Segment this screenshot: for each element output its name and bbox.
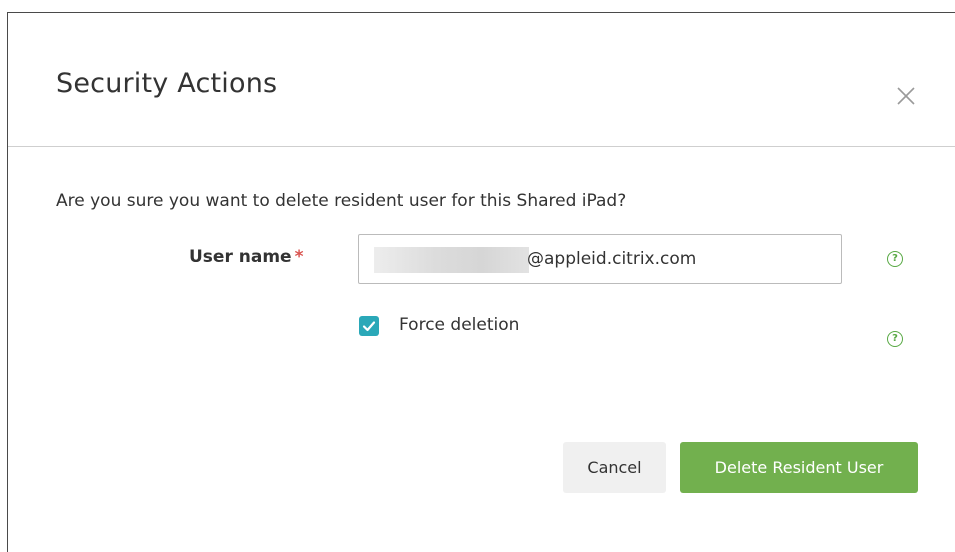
redacted-username <box>374 247 529 273</box>
username-input[interactable]: @appleid.citrix.com <box>358 234 842 284</box>
delete-resident-user-button[interactable]: Delete Resident User <box>680 442 918 493</box>
close-icon <box>897 87 915 105</box>
username-label: User name * <box>189 247 303 267</box>
username-input-value: @appleid.citrix.com <box>527 249 697 269</box>
close-button[interactable] <box>895 85 917 107</box>
confirmation-question: Are you sure you want to delete resident… <box>56 191 627 211</box>
force-deletion-help-icon[interactable]: ? <box>887 331 903 347</box>
checkmark-icon <box>362 321 376 332</box>
header-divider <box>8 146 955 147</box>
force-deletion-checkbox[interactable] <box>359 316 379 336</box>
required-marker: * <box>294 247 304 267</box>
dialog-title: Security Actions <box>56 68 278 99</box>
security-actions-dialog: Security Actions Are you sure you want t… <box>7 12 955 552</box>
username-help-icon[interactable]: ? <box>887 251 903 267</box>
username-label-text: User name <box>189 247 292 267</box>
cancel-button[interactable]: Cancel <box>563 442 666 493</box>
force-deletion-label[interactable]: Force deletion <box>399 315 519 335</box>
